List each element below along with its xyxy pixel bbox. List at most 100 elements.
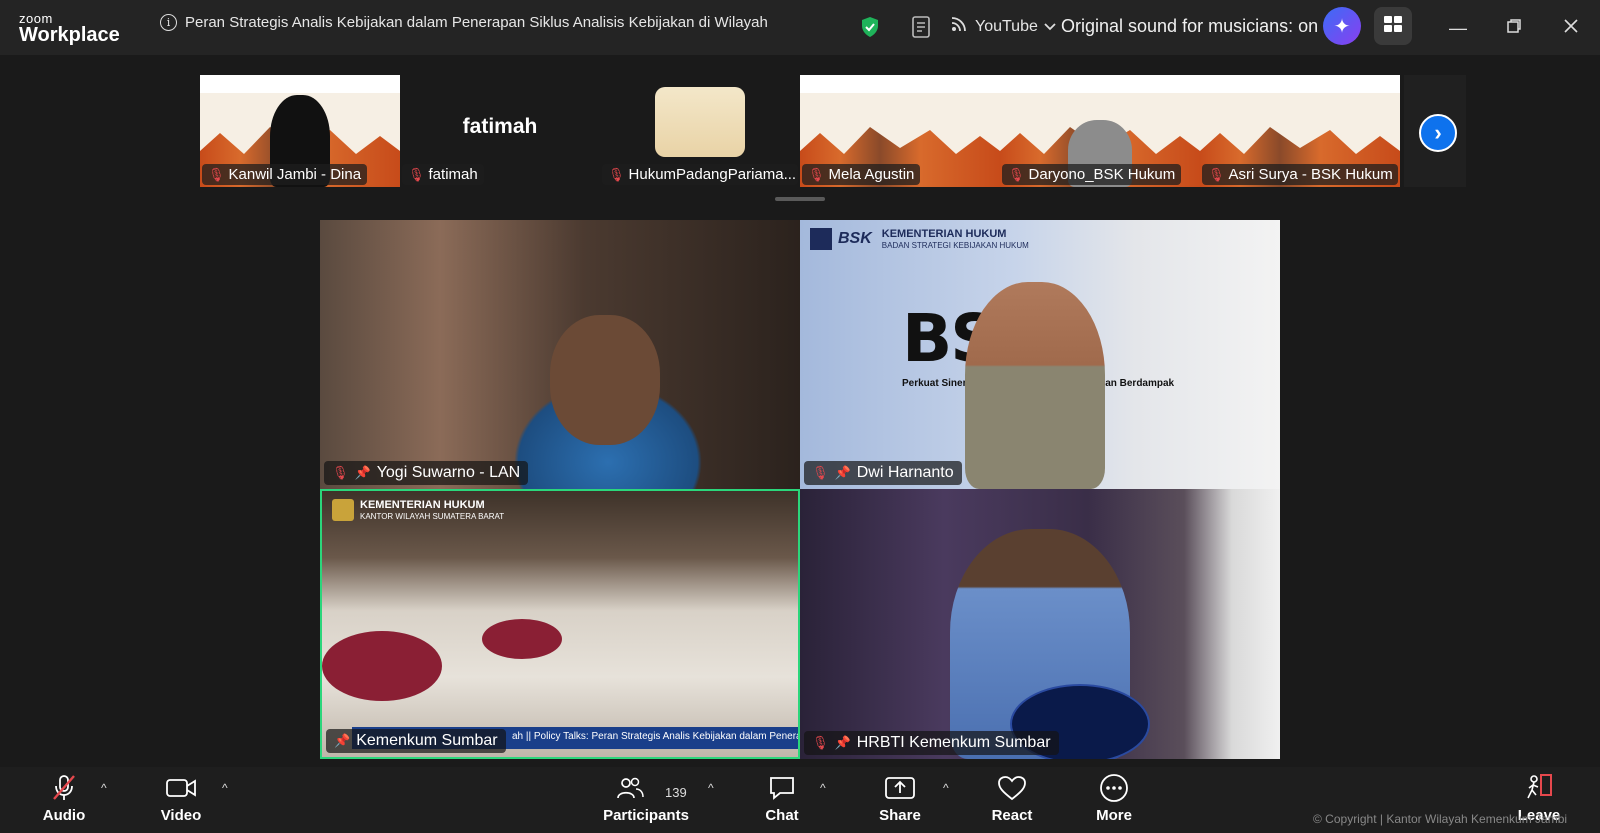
participant-video: [550, 315, 660, 445]
tile-name: Dwi Harnanto: [856, 464, 954, 481]
livestream-dropdown[interactable]: YouTube: [951, 16, 1056, 37]
thumb-hukum-padang-pariaman[interactable]: 🎙 HukumPadangPariama...: [600, 75, 800, 187]
summary-doc-icon[interactable]: [911, 15, 933, 44]
header-title: KEMENTERIAN HUKUM: [360, 499, 485, 511]
thumb-name: fatimah: [428, 166, 478, 183]
pin-icon: 📌: [834, 465, 851, 480]
thumb-fatimah[interactable]: fatimah 🎙 fatimah: [400, 75, 600, 187]
tile-label: 🎙 📌 HRBTI Kemenkum Sumbar: [804, 731, 1059, 755]
video-tile-kemenkum-sumbar[interactable]: KEMENTERIAN HUKUM KANTOR WILAYAH SUMATER…: [320, 489, 800, 759]
header-title: KEMENTERIAN HUKUM: [881, 228, 1007, 240]
bsk-wordmark: BSK: [838, 230, 872, 248]
meeting-info[interactable]: i Peran Strategis Analis Kebijakan dalam…: [160, 14, 768, 31]
pin-icon: 📌: [354, 465, 371, 480]
thumb-name: Daryono_BSK Hukum: [1028, 166, 1176, 183]
next-page-button[interactable]: ›: [1419, 114, 1457, 152]
copyright-watermark: © Copyright | Kantor Wilayah Kemenkum Ja…: [1313, 812, 1568, 826]
audio-options-caret[interactable]: ^: [101, 781, 107, 795]
participants-count: 139: [665, 785, 687, 800]
zoom-logo: zoom Workplace: [19, 12, 120, 45]
muted-mic-icon: 🎙: [808, 166, 825, 182]
video-options-caret[interactable]: ^: [222, 781, 228, 795]
thumb-name: Kanwil Jambi - Dina: [228, 166, 362, 183]
share-screen-icon: [884, 773, 916, 803]
sparkle-icon: ✦: [1333, 15, 1351, 38]
strip-resize-handle[interactable]: [775, 197, 825, 201]
close-icon: [1563, 18, 1579, 39]
minimize-button[interactable]: —: [1444, 14, 1472, 42]
bsk-emblem-icon: [810, 228, 832, 251]
thumb-asri-surya[interactable]: 🎙 Asri Surya - BSK Hukum: [1200, 75, 1400, 187]
close-button[interactable]: [1557, 14, 1585, 42]
react-label: React: [991, 807, 1033, 824]
tile-name: Yogi Suwarno - LAN: [376, 464, 521, 481]
audio-button[interactable]: Audio: [24, 773, 104, 824]
info-icon[interactable]: i: [160, 14, 177, 31]
kemenkum-header: KEMENTERIAN HUKUM KANTOR WILAYAH SUMATER…: [332, 499, 504, 522]
thumb-label: 🎙 fatimah: [402, 164, 484, 185]
share-label: Share: [879, 807, 921, 824]
tile-name: Kemenkum Sumbar: [356, 732, 498, 749]
meeting-title: Peran Strategis Analis Kebijakan dalam P…: [185, 14, 768, 31]
share-options-caret[interactable]: ^: [943, 781, 949, 795]
mic-muted-icon: [50, 773, 78, 803]
bsk-header: BSK KEMENTERIAN HUKUM BADAN STRATEGI KEB…: [810, 228, 1029, 251]
restore-button[interactable]: [1500, 14, 1528, 42]
header-subtitle: KANTOR WILAYAH SUMATERA BARAT: [360, 512, 505, 522]
thumb-label: 🎙 Kanwil Jambi - Dina: [202, 164, 368, 185]
video-tile-dwi[interactable]: BSK KEMENTERIAN HUKUM BADAN STRATEGI KEB…: [800, 220, 1280, 489]
more-dots-icon: [1099, 773, 1129, 803]
table-decoration: [482, 619, 562, 659]
table-decoration: [322, 631, 442, 701]
ai-companion-button[interactable]: ✦: [1323, 7, 1361, 45]
thumb-kanwil-jambi-dina[interactable]: 🎙 Kanwil Jambi - Dina: [200, 75, 400, 187]
apps-grid-icon: [1383, 15, 1403, 38]
chat-button[interactable]: Chat: [742, 773, 822, 824]
video-label: Video: [160, 807, 202, 824]
share-button[interactable]: Share: [860, 773, 940, 824]
muted-mic-icon: 🎙: [408, 166, 425, 182]
muted-mic-icon: 🎙: [812, 735, 829, 750]
video-tile-hrbti[interactable]: 🎙 📌 HRBTI Kemenkum Sumbar: [800, 489, 1280, 759]
participant-strip: 🎙 Kanwil Jambi - Dina fatimah 🎙 fatimah 🎙 H…: [200, 75, 1466, 187]
thumb-label: 🎙 HukumPadangPariama...: [602, 164, 798, 185]
pin-icon: 📌: [334, 733, 351, 748]
header-subtitle: BADAN STRATEGI KEBIJAKAN HUKUM: [881, 241, 1029, 251]
stream-label: YouTube: [975, 17, 1038, 35]
original-sound-status[interactable]: Original sound for musicians: on: [1061, 16, 1318, 37]
thumb-daryono[interactable]: 🎙 Daryono_BSK Hukum: [1000, 75, 1200, 187]
more-label: More: [1096, 807, 1132, 824]
logo-text-workplace: Workplace: [19, 24, 120, 46]
video-tile-yogi[interactable]: 🎙 📌 Yogi Suwarno - LAN: [320, 220, 800, 489]
tile-name: HRBTI Kemenkum Sumbar: [856, 734, 1051, 751]
thumb-mela-agustin[interactable]: 🎙 Mela Agustin: [800, 75, 1000, 187]
thumb-name: Asri Surya - BSK Hukum: [1228, 166, 1393, 183]
video-button[interactable]: Video: [141, 773, 221, 824]
apps-button[interactable]: [1374, 7, 1412, 45]
thumb-name: HukumPadangPariama...: [628, 166, 797, 183]
leave-door-icon: [1523, 773, 1555, 803]
minimize-icon: —: [1449, 17, 1467, 38]
title-bar: zoom Workplace i Peran Strategis Analis …: [0, 0, 1600, 55]
thumb-label: 🎙 Mela Agustin: [802, 164, 921, 185]
heart-icon: [997, 773, 1027, 803]
thumb-label: 🎙 Daryono_BSK Hukum: [1002, 164, 1182, 185]
muted-mic-icon: 🎙: [208, 166, 225, 182]
chat-bubble-icon: [768, 773, 796, 803]
chevron-right-icon: ›: [1434, 120, 1442, 145]
tile-label: 📌 Kemenkum Sumbar: [326, 729, 506, 753]
react-button[interactable]: React: [972, 773, 1052, 824]
chat-options-caret[interactable]: ^: [820, 781, 826, 795]
kemenkum-emblem-icon: [332, 499, 354, 522]
chat-label: Chat: [765, 807, 799, 824]
audio-label: Audio: [42, 807, 86, 824]
pin-icon: 📌: [834, 735, 851, 750]
encryption-shield-icon[interactable]: [860, 16, 880, 43]
thumb-name: Mela Agustin: [828, 166, 915, 183]
participant-video: [965, 282, 1105, 489]
participants-label: Participants: [603, 807, 689, 824]
more-button[interactable]: More: [1074, 773, 1154, 824]
participants-options-caret[interactable]: ^: [708, 781, 714, 795]
tile-label: 🎙 📌 Dwi Harnanto: [804, 461, 962, 485]
muted-mic-icon: 🎙: [1208, 166, 1225, 182]
